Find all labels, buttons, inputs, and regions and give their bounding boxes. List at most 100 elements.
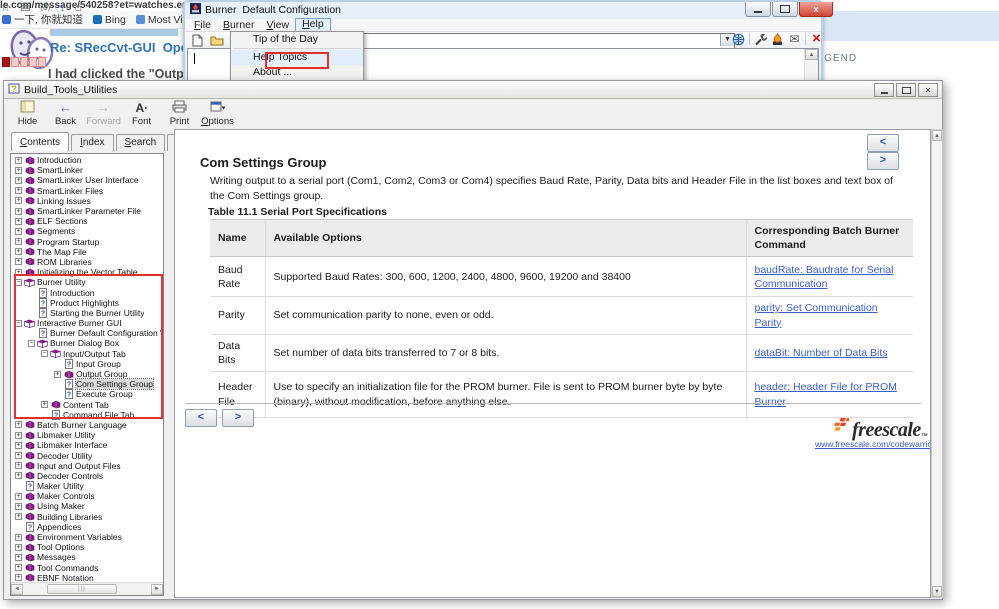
tree-expand-box[interactable]: + [15,166,22,174]
tree-item-label[interactable]: Burner Utility [37,277,86,287]
tree-expand-box[interactable]: − [15,278,22,286]
tree-expand-box[interactable]: + [15,207,22,215]
tree-item[interactable]: + Input and Output Files [12,461,163,471]
tree-item[interactable]: + SmartLinker User Interface [12,175,163,185]
tree-item-label[interactable]: Batch Burner Language [37,420,127,430]
tree-item[interactable]: − Interactive Burner GUI [12,318,163,328]
table-link[interactable]: dataBit: Number of Data Bits [755,347,888,359]
tree-expand-box[interactable]: + [15,574,22,582]
tree-item-label[interactable]: Decoder Utility [37,451,92,461]
tree-expand-box[interactable]: + [15,238,22,246]
tree-expand-box[interactable]: + [15,472,22,480]
scroll-down-icon[interactable]: ▼ [932,586,942,597]
minimize-button[interactable] [745,2,771,17]
tree-item[interactable]: + Linking Issues [12,196,163,206]
tree-item-label[interactable]: Appendices [37,522,81,532]
tree-item[interactable]: + SmartLinker [12,165,163,175]
tree-expand-box[interactable]: + [15,502,22,510]
tree-item-label[interactable]: Decoder Controls [37,471,103,481]
tree-item-label[interactable]: Product Highlights [50,298,119,308]
tree-item-label[interactable]: Introduction [50,288,94,298]
delete-icon[interactable]: × [809,31,824,46]
tree-item-label[interactable]: Starting the Burner Utility [50,308,144,318]
toolbar-button-print[interactable]: Print [162,100,197,130]
maximize-button[interactable] [896,83,916,97]
tree-expand-box[interactable]: + [15,462,22,470]
tree-expand-box[interactable]: + [15,258,22,266]
tree-item-label[interactable]: The Map File [37,247,87,257]
bookmark-item[interactable]: Bing [92,14,126,26]
tree-item[interactable]: ? Introduction [12,287,163,298]
tree-item-label[interactable]: Burner Default Configuration Wind [50,328,163,338]
menu-file[interactable]: File [188,19,217,31]
tree-item[interactable]: + Building Libraries [12,512,163,522]
tree-expand-box[interactable]: + [15,441,22,449]
globe-icon[interactable] [731,32,746,46]
tab-contents[interactable]: Contents [11,132,70,151]
tree-item-label[interactable]: Tool Commands [37,563,98,573]
tree-item-label[interactable]: Messages [37,552,76,562]
tree-item-label[interactable]: Input/Output Tab [63,349,126,359]
scroll-up-icon[interactable]: ▲ [932,130,942,141]
tree-expand-box[interactable]: + [15,176,22,184]
tree-expand-box[interactable]: + [15,227,22,235]
content-scrollbar[interactable]: ▲ ▼ [931,129,943,598]
tree-item-label[interactable]: Com Settings Group [74,378,155,391]
tree-expand-box[interactable]: + [15,268,22,276]
tree-expand-box[interactable]: + [15,431,22,439]
tree-item[interactable]: ? Command File Tab [12,409,163,420]
tree-item[interactable]: + Environment Variables [12,532,163,542]
tree-item[interactable]: + SmartLinker Files [12,186,163,196]
tree-item[interactable]: + Tool Commands [12,563,163,573]
tree-expand-box[interactable]: + [15,187,22,195]
menu-help[interactable]: Help [295,18,331,32]
tree-expand-box[interactable]: + [15,156,22,164]
close-button[interactable]: x [799,2,833,17]
tree-item-label[interactable]: Introduction [37,155,81,165]
tree-item[interactable]: + Batch Burner Language [12,420,163,430]
tree-expand-box[interactable]: + [41,401,48,409]
tab-search[interactable]: Search [115,134,166,151]
tree-item-label[interactable]: Content Tab [63,400,109,410]
next-topic-button[interactable]: > [221,409,254,427]
scroll-up-icon[interactable]: ▲ [805,49,818,60]
tree-item[interactable]: ? Starting the Burner Utility [12,307,163,318]
tree-expand-box[interactable]: + [15,421,22,429]
toolbar-button-options[interactable]: Options [200,100,235,130]
tree-item-label[interactable]: Execute Group [76,389,133,399]
burner-titlebar[interactable]: Burner Default Configuration [185,2,821,18]
tree-item-label[interactable]: ELF Sections [37,216,88,226]
mail-icon[interactable]: ✉ [787,32,802,46]
tree-item[interactable]: + Output Group [12,369,163,379]
tree-expand-box[interactable]: − [15,319,22,327]
new-file-icon[interactable] [190,34,205,48]
tree-expand-box[interactable]: + [15,553,22,561]
tree-item-label[interactable]: Linking Issues [37,196,91,206]
previous-topic-button[interactable]: < [867,134,899,152]
tree-item[interactable]: + Initializing the Vector Table [12,267,163,277]
tree-item[interactable]: ? Appendices [12,521,163,532]
tree-expand-box[interactable]: + [15,543,22,551]
tree-item[interactable]: + ELF Sections [12,216,163,226]
tree-item-label[interactable]: SmartLinker Parameter File [37,206,141,216]
tree-item[interactable]: + The Map File [12,247,163,257]
previous-topic-button[interactable]: < [185,409,217,427]
tree-item-label[interactable]: Initializing the Vector Table [37,267,138,277]
menu-item-tip-of-the-day[interactable]: Tip of the Day [231,32,363,47]
open-file-icon[interactable] [209,34,224,48]
tree-expand-box[interactable]: + [15,513,22,521]
help-titlebar[interactable]: ? Build_Tools_Utilities [4,81,942,99]
tree-item[interactable]: − Input/Output Tab [12,349,163,359]
tree-item[interactable]: + SmartLinker Parameter File [12,206,163,216]
tree-item[interactable]: + Using Maker [12,501,163,511]
tree-item[interactable]: + Decoder Utility [12,450,163,461]
tree-item[interactable]: + Messages [12,552,163,562]
scrollbar-thumb[interactable]: ||| [47,584,117,594]
tree-item-label[interactable]: Maker Controls [37,491,95,501]
tree-item-label[interactable]: Input and Output Files [37,461,121,471]
tree-item[interactable]: + Tool Options [12,542,163,552]
tree-item[interactable]: ? Execute Group [12,389,163,400]
tree-item-label[interactable]: SmartLinker User Interface [37,175,139,185]
tree-expand-box[interactable]: − [28,339,35,347]
tree-item-label[interactable]: Program Startup [37,237,99,247]
